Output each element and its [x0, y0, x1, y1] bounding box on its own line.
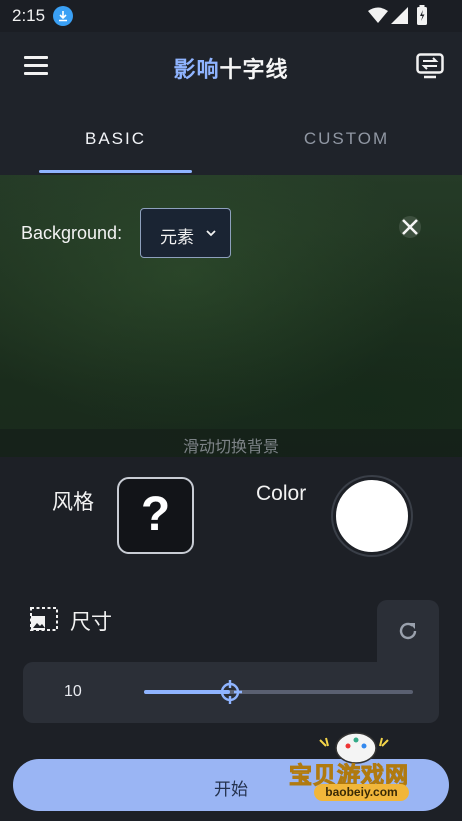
download-icon — [53, 6, 73, 26]
size-value: 10 — [64, 683, 82, 700]
app-title: 影响十字线 — [0, 52, 462, 84]
tab-bar: BASIC CUSTOM — [0, 100, 462, 175]
crosshair-icon[interactable] — [216, 678, 244, 706]
size-slider[interactable] — [144, 680, 413, 704]
watermark-url: baobeiy.com — [314, 784, 409, 801]
tab-custom[interactable]: CUSTOM — [231, 100, 462, 175]
background-dropdown[interactable]: 元素 — [140, 208, 231, 258]
tab-indicator — [39, 170, 192, 173]
app-title-accent: 影响 — [173, 57, 220, 82]
reset-icon[interactable] — [396, 619, 420, 643]
tab-basic[interactable]: BASIC — [0, 100, 231, 175]
swipe-hint: 滑动切换背景 — [182, 439, 279, 456]
app-bar: 影响十字线 — [0, 32, 462, 100]
style-unknown-symbol: ? — [140, 488, 171, 541]
style-label: 风格 — [52, 491, 94, 514]
chevron-down-icon — [206, 230, 216, 237]
background-label: Background: — [21, 223, 123, 243]
size-label: 尺寸 — [70, 611, 112, 634]
wifi-icon — [368, 7, 388, 23]
close-icon[interactable] — [398, 215, 422, 239]
watermark-logo: 宝贝游戏网 baobeiy.com — [286, 726, 456, 808]
status-time: 2:15 — [12, 6, 46, 25]
signal-icon — [391, 7, 408, 24]
color-swatch[interactable] — [333, 477, 411, 555]
size-slider-card: 10 — [23, 662, 439, 723]
status-bar: 2:15 — [0, 0, 462, 32]
style-selector[interactable]: ? — [117, 477, 194, 554]
switch-icon[interactable] — [416, 53, 444, 79]
color-label: Color — [256, 482, 307, 505]
app-title-rest: 十字线 — [219, 57, 289, 82]
image-size-icon — [30, 607, 58, 631]
background-dropdown-value: 元素 — [160, 228, 194, 247]
battery-icon — [417, 5, 427, 25]
background-preview[interactable]: Background: 元素 滑动切换背景 — [0, 175, 462, 457]
